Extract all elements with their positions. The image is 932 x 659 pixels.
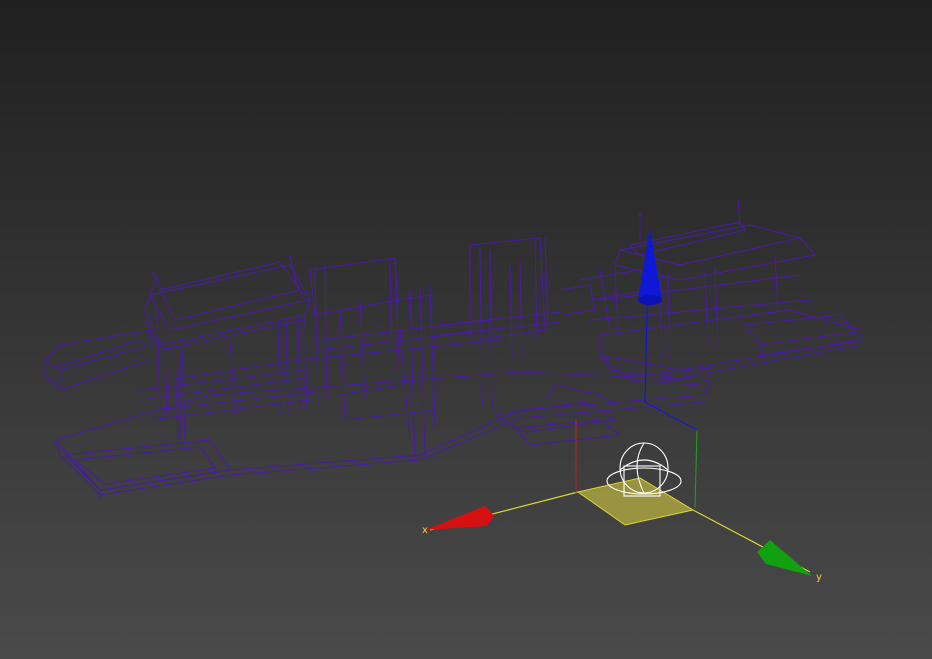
x-axis-label: x: [422, 525, 428, 536]
z-axis-cone-base: [638, 295, 662, 305]
y-axis-label: y: [816, 572, 822, 583]
viewport-canvas[interactable]: x y: [0, 0, 932, 659]
3d-viewport[interactable]: x y: [0, 0, 932, 659]
